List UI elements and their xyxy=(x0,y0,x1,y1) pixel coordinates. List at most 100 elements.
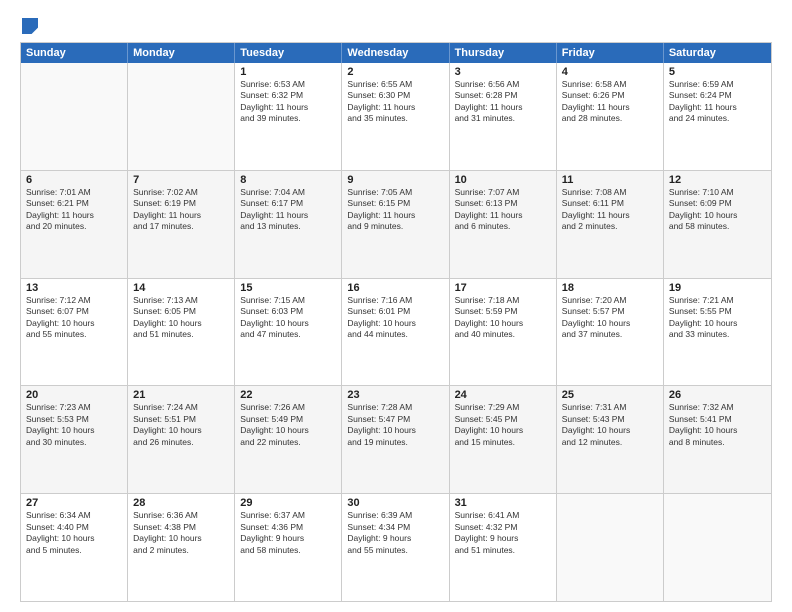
day-number: 13 xyxy=(26,282,122,294)
day-info: Sunrise: 7:20 AM Sunset: 5:57 PM Dayligh… xyxy=(562,295,658,341)
logo xyxy=(20,18,38,34)
calendar-day-14: 14Sunrise: 7:13 AM Sunset: 6:05 PM Dayli… xyxy=(128,279,235,386)
day-info: Sunrise: 7:18 AM Sunset: 5:59 PM Dayligh… xyxy=(455,295,551,341)
day-info: Sunrise: 6:41 AM Sunset: 4:32 PM Dayligh… xyxy=(455,510,551,556)
day-number: 23 xyxy=(347,389,443,401)
day-number: 5 xyxy=(669,66,766,78)
day-number: 21 xyxy=(133,389,229,401)
calendar-day-28: 28Sunrise: 6:36 AM Sunset: 4:38 PM Dayli… xyxy=(128,494,235,601)
calendar-day-11: 11Sunrise: 7:08 AM Sunset: 6:11 PM Dayli… xyxy=(557,171,664,278)
calendar-week-4: 20Sunrise: 7:23 AM Sunset: 5:53 PM Dayli… xyxy=(21,385,771,493)
calendar-day-5: 5Sunrise: 6:59 AM Sunset: 6:24 PM Daylig… xyxy=(664,63,771,170)
calendar-day-17: 17Sunrise: 7:18 AM Sunset: 5:59 PM Dayli… xyxy=(450,279,557,386)
header xyxy=(20,18,772,34)
calendar-day-27: 27Sunrise: 6:34 AM Sunset: 4:40 PM Dayli… xyxy=(21,494,128,601)
calendar-empty-cell xyxy=(21,63,128,170)
calendar-day-20: 20Sunrise: 7:23 AM Sunset: 5:53 PM Dayli… xyxy=(21,386,128,493)
day-number: 24 xyxy=(455,389,551,401)
day-info: Sunrise: 7:05 AM Sunset: 6:15 PM Dayligh… xyxy=(347,187,443,233)
header-day-sunday: Sunday xyxy=(21,43,128,63)
calendar-day-15: 15Sunrise: 7:15 AM Sunset: 6:03 PM Dayli… xyxy=(235,279,342,386)
day-info: Sunrise: 7:23 AM Sunset: 5:53 PM Dayligh… xyxy=(26,402,122,448)
header-day-tuesday: Tuesday xyxy=(235,43,342,63)
day-info: Sunrise: 7:16 AM Sunset: 6:01 PM Dayligh… xyxy=(347,295,443,341)
day-info: Sunrise: 7:02 AM Sunset: 6:19 PM Dayligh… xyxy=(133,187,229,233)
day-number: 20 xyxy=(26,389,122,401)
calendar-week-3: 13Sunrise: 7:12 AM Sunset: 6:07 PM Dayli… xyxy=(21,278,771,386)
calendar-week-2: 6Sunrise: 7:01 AM Sunset: 6:21 PM Daylig… xyxy=(21,170,771,278)
day-info: Sunrise: 6:37 AM Sunset: 4:36 PM Dayligh… xyxy=(240,510,336,556)
day-number: 27 xyxy=(26,497,122,509)
day-number: 31 xyxy=(455,497,551,509)
day-info: Sunrise: 7:28 AM Sunset: 5:47 PM Dayligh… xyxy=(347,402,443,448)
day-number: 10 xyxy=(455,174,551,186)
day-info: Sunrise: 7:12 AM Sunset: 6:07 PM Dayligh… xyxy=(26,295,122,341)
day-number: 30 xyxy=(347,497,443,509)
day-number: 3 xyxy=(455,66,551,78)
calendar-day-12: 12Sunrise: 7:10 AM Sunset: 6:09 PM Dayli… xyxy=(664,171,771,278)
header-day-saturday: Saturday xyxy=(664,43,771,63)
day-number: 28 xyxy=(133,497,229,509)
calendar-day-3: 3Sunrise: 6:56 AM Sunset: 6:28 PM Daylig… xyxy=(450,63,557,170)
day-number: 18 xyxy=(562,282,658,294)
day-info: Sunrise: 7:04 AM Sunset: 6:17 PM Dayligh… xyxy=(240,187,336,233)
day-info: Sunrise: 7:07 AM Sunset: 6:13 PM Dayligh… xyxy=(455,187,551,233)
page: SundayMondayTuesdayWednesdayThursdayFrid… xyxy=(0,0,792,612)
day-number: 1 xyxy=(240,66,336,78)
calendar-day-2: 2Sunrise: 6:55 AM Sunset: 6:30 PM Daylig… xyxy=(342,63,449,170)
logo-icon xyxy=(22,18,38,34)
day-info: Sunrise: 6:34 AM Sunset: 4:40 PM Dayligh… xyxy=(26,510,122,556)
day-number: 25 xyxy=(562,389,658,401)
header-day-wednesday: Wednesday xyxy=(342,43,449,63)
day-info: Sunrise: 7:01 AM Sunset: 6:21 PM Dayligh… xyxy=(26,187,122,233)
calendar-empty-cell xyxy=(128,63,235,170)
day-number: 17 xyxy=(455,282,551,294)
day-info: Sunrise: 7:31 AM Sunset: 5:43 PM Dayligh… xyxy=(562,402,658,448)
calendar-empty-cell xyxy=(557,494,664,601)
day-number: 2 xyxy=(347,66,443,78)
calendar-day-19: 19Sunrise: 7:21 AM Sunset: 5:55 PM Dayli… xyxy=(664,279,771,386)
day-number: 12 xyxy=(669,174,766,186)
day-info: Sunrise: 7:21 AM Sunset: 5:55 PM Dayligh… xyxy=(669,295,766,341)
calendar-day-25: 25Sunrise: 7:31 AM Sunset: 5:43 PM Dayli… xyxy=(557,386,664,493)
calendar-day-23: 23Sunrise: 7:28 AM Sunset: 5:47 PM Dayli… xyxy=(342,386,449,493)
calendar-body: 1Sunrise: 6:53 AM Sunset: 6:32 PM Daylig… xyxy=(21,63,771,601)
calendar: SundayMondayTuesdayWednesdayThursdayFrid… xyxy=(20,42,772,602)
calendar-day-21: 21Sunrise: 7:24 AM Sunset: 5:51 PM Dayli… xyxy=(128,386,235,493)
day-number: 7 xyxy=(133,174,229,186)
header-day-monday: Monday xyxy=(128,43,235,63)
day-info: Sunrise: 6:59 AM Sunset: 6:24 PM Dayligh… xyxy=(669,79,766,125)
calendar-day-7: 7Sunrise: 7:02 AM Sunset: 6:19 PM Daylig… xyxy=(128,171,235,278)
calendar-day-30: 30Sunrise: 6:39 AM Sunset: 4:34 PM Dayli… xyxy=(342,494,449,601)
calendar-day-16: 16Sunrise: 7:16 AM Sunset: 6:01 PM Dayli… xyxy=(342,279,449,386)
calendar-day-10: 10Sunrise: 7:07 AM Sunset: 6:13 PM Dayli… xyxy=(450,171,557,278)
day-number: 19 xyxy=(669,282,766,294)
calendar-week-5: 27Sunrise: 6:34 AM Sunset: 4:40 PM Dayli… xyxy=(21,493,771,601)
day-info: Sunrise: 7:24 AM Sunset: 5:51 PM Dayligh… xyxy=(133,402,229,448)
header-day-thursday: Thursday xyxy=(450,43,557,63)
day-info: Sunrise: 7:32 AM Sunset: 5:41 PM Dayligh… xyxy=(669,402,766,448)
day-number: 22 xyxy=(240,389,336,401)
calendar-day-1: 1Sunrise: 6:53 AM Sunset: 6:32 PM Daylig… xyxy=(235,63,342,170)
day-info: Sunrise: 6:56 AM Sunset: 6:28 PM Dayligh… xyxy=(455,79,551,125)
calendar-day-18: 18Sunrise: 7:20 AM Sunset: 5:57 PM Dayli… xyxy=(557,279,664,386)
day-number: 9 xyxy=(347,174,443,186)
day-info: Sunrise: 7:29 AM Sunset: 5:45 PM Dayligh… xyxy=(455,402,551,448)
day-number: 29 xyxy=(240,497,336,509)
day-number: 8 xyxy=(240,174,336,186)
day-info: Sunrise: 7:26 AM Sunset: 5:49 PM Dayligh… xyxy=(240,402,336,448)
day-number: 14 xyxy=(133,282,229,294)
calendar-header: SundayMondayTuesdayWednesdayThursdayFrid… xyxy=(21,43,771,63)
calendar-day-29: 29Sunrise: 6:37 AM Sunset: 4:36 PM Dayli… xyxy=(235,494,342,601)
day-number: 15 xyxy=(240,282,336,294)
day-number: 16 xyxy=(347,282,443,294)
calendar-day-24: 24Sunrise: 7:29 AM Sunset: 5:45 PM Dayli… xyxy=(450,386,557,493)
day-info: Sunrise: 7:15 AM Sunset: 6:03 PM Dayligh… xyxy=(240,295,336,341)
day-number: 11 xyxy=(562,174,658,186)
calendar-day-4: 4Sunrise: 6:58 AM Sunset: 6:26 PM Daylig… xyxy=(557,63,664,170)
day-number: 6 xyxy=(26,174,122,186)
calendar-day-6: 6Sunrise: 7:01 AM Sunset: 6:21 PM Daylig… xyxy=(21,171,128,278)
day-info: Sunrise: 7:08 AM Sunset: 6:11 PM Dayligh… xyxy=(562,187,658,233)
calendar-day-22: 22Sunrise: 7:26 AM Sunset: 5:49 PM Dayli… xyxy=(235,386,342,493)
day-number: 4 xyxy=(562,66,658,78)
